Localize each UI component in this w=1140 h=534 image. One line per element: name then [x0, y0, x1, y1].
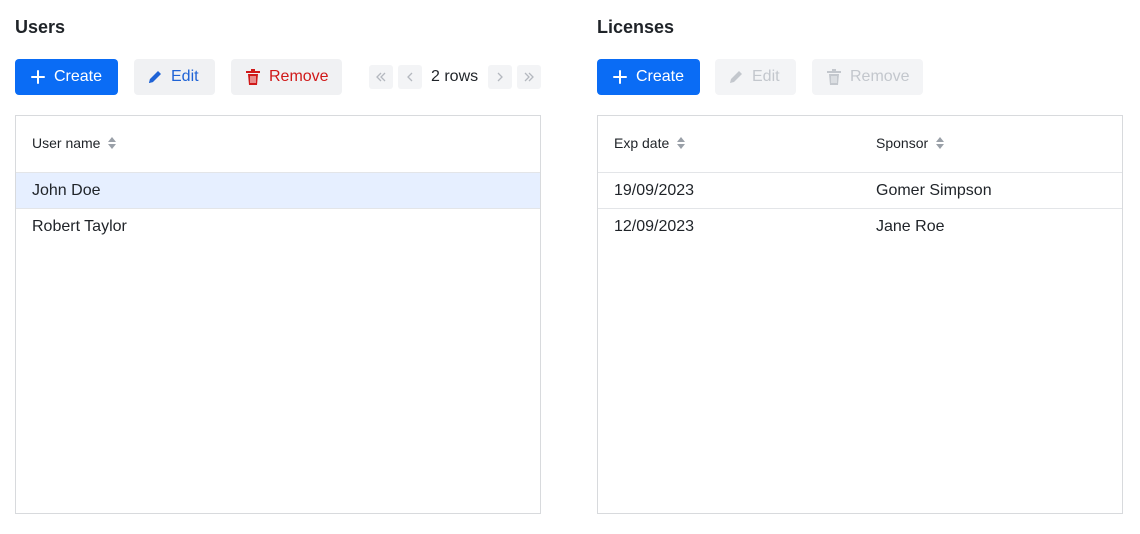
pager-row-count: 2 rows	[431, 68, 479, 85]
cell-sponsor: Jane Roe	[876, 218, 945, 235]
chevron-right-icon[interactable]	[488, 65, 513, 89]
table-row[interactable]: Robert Taylor	[16, 209, 540, 245]
cell-exp-date: 19/09/2023	[614, 182, 695, 199]
plus-icon	[30, 69, 46, 85]
sort-icon	[677, 137, 686, 149]
chevron-left-icon[interactable]	[398, 65, 422, 89]
sort-icon	[108, 137, 117, 149]
licenses-edit-button[interactable]: Edit	[715, 59, 796, 95]
cell-sponsor: Gomer Simpson	[876, 182, 992, 199]
plus-icon	[612, 69, 628, 85]
cell-username: John Doe	[32, 182, 101, 199]
table-row[interactable]: John Doe	[16, 173, 540, 209]
cell-exp-date: 12/09/2023	[614, 218, 695, 235]
licenses-create-button[interactable]: Create	[597, 59, 700, 95]
users-create-button[interactable]: Create	[15, 59, 118, 95]
column-header-expdate[interactable]: Exp date	[614, 135, 686, 151]
pencil-icon	[728, 69, 744, 85]
licenses-grid-header: Exp date Sponsor	[598, 116, 1122, 173]
column-header-sponsor[interactable]: Sponsor	[876, 135, 945, 151]
users-grid-header: User name	[16, 116, 540, 173]
users-remove-label: Remove	[269, 68, 329, 85]
column-header-label: User name	[32, 135, 101, 151]
double-chevron-right-icon[interactable]	[517, 65, 542, 89]
column-header-username[interactable]: User name	[32, 135, 117, 151]
users-pager: 2 rows	[369, 65, 546, 89]
column-header-label: Sponsor	[876, 135, 929, 151]
cell-username: Robert Taylor	[32, 218, 127, 235]
users-edit-label: Edit	[171, 68, 199, 85]
sort-icon	[936, 137, 945, 149]
licenses-title: Licenses	[597, 17, 675, 37]
users-grid: User name John Doe Robert Taylor	[15, 115, 541, 514]
column-header-label: Exp date	[614, 135, 670, 151]
users-title: Users	[15, 17, 66, 37]
users-create-label: Create	[54, 68, 103, 85]
licenses-create-label: Create	[636, 68, 685, 85]
double-chevron-left-icon[interactable]	[369, 65, 393, 89]
trash-icon	[826, 69, 842, 85]
users-remove-button[interactable]: Remove	[231, 59, 342, 95]
licenses-grid: Exp date Sponsor 19/09/2023 Gomer Simpso…	[597, 115, 1123, 514]
pencil-icon	[147, 69, 163, 85]
licenses-remove-button[interactable]: Remove	[812, 59, 923, 95]
licenses-edit-label: Edit	[752, 68, 780, 85]
trash-icon	[245, 69, 261, 85]
table-row[interactable]: 12/09/2023 Jane Roe	[598, 209, 1122, 245]
table-row[interactable]: 19/09/2023 Gomer Simpson	[598, 173, 1122, 209]
licenses-remove-label: Remove	[850, 68, 910, 85]
users-edit-button[interactable]: Edit	[134, 59, 215, 95]
